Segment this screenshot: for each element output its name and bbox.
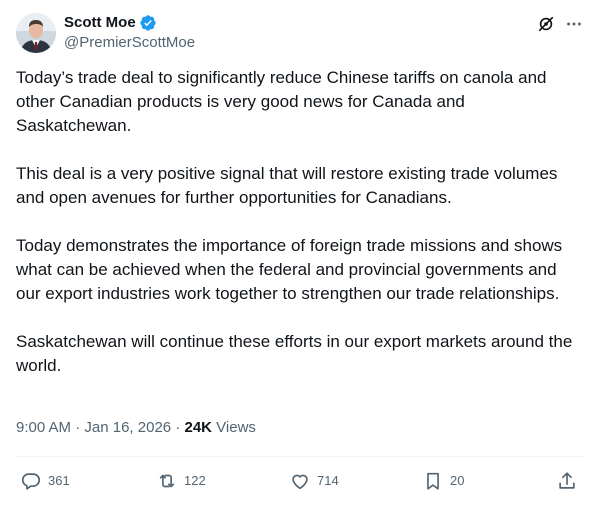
author-handle[interactable]: @PremierScottMoe (64, 33, 195, 53)
more-icon[interactable] (564, 14, 584, 34)
post-paragraph: Today’s trade deal to significantly redu… (16, 68, 552, 135)
action-bar: 361 122 714 20 (10, 469, 584, 493)
verified-badge-icon[interactable] (139, 14, 157, 32)
post-meta: 9:00 AM · Jan 16, 2026 · 24K Views (16, 418, 256, 438)
repost-button[interactable]: 122 (156, 469, 206, 493)
views-count[interactable]: 24K (184, 419, 212, 436)
reply-count: 361 (48, 473, 70, 488)
reply-button[interactable]: 361 (20, 469, 70, 493)
meta-separator: · (171, 419, 185, 436)
bookmark-count: 20 (450, 473, 465, 488)
heart-icon (289, 470, 311, 492)
post-paragraph: Today demonstrates the importance of for… (16, 236, 567, 303)
avatar[interactable] (16, 13, 56, 53)
post-header: Scott Moe @PremierScottMoe (16, 13, 584, 53)
bookmark-button[interactable]: 20 (422, 469, 464, 493)
reply-icon (20, 470, 42, 492)
grok-icon[interactable] (536, 14, 556, 34)
share-icon (556, 470, 578, 492)
meta-separator: · (71, 419, 85, 436)
post-text: Today’s trade deal to significantly redu… (16, 66, 584, 402)
like-button[interactable]: 714 (289, 469, 339, 493)
divider (16, 456, 584, 457)
post-paragraph: Saskatchewan will continue these efforts… (16, 332, 578, 375)
author-name-row: Scott Moe (64, 13, 195, 33)
views-label: Views (212, 419, 256, 436)
repost-count: 122 (184, 473, 206, 488)
like-count: 714 (317, 473, 339, 488)
repost-icon (156, 470, 178, 492)
post-time[interactable]: 9:00 AM (16, 419, 71, 436)
author-name[interactable]: Scott Moe (64, 13, 136, 33)
bookmark-icon (422, 470, 444, 492)
post-paragraph: This deal is a very positive signal that… (16, 164, 563, 207)
author-info: Scott Moe @PremierScottMoe (64, 13, 195, 53)
top-actions (536, 13, 584, 35)
share-button[interactable] (556, 469, 578, 493)
profile-photo-icon (16, 13, 56, 53)
post-date[interactable]: Jan 16, 2026 (84, 419, 171, 436)
